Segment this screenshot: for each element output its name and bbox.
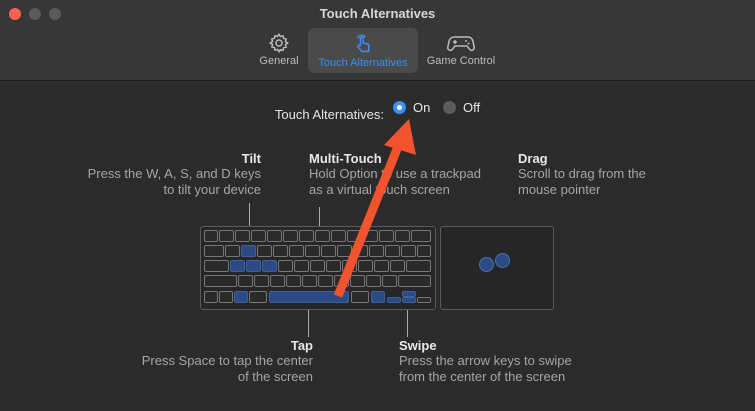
- hand-tap-icon: [357, 34, 370, 53]
- content: Touch Alternatives: On Off Tilt Press th…: [0, 81, 755, 411]
- gamepad-icon: [447, 36, 475, 52]
- tab-general-label: General: [259, 55, 299, 67]
- window: Touch Alternatives General Touch Alterna…: [0, 0, 755, 411]
- toolbar: Touch Alternatives General Touch Alterna…: [0, 0, 755, 81]
- annotation-arrow: [333, 119, 416, 298]
- tab-game-control-label: Game Control: [426, 55, 496, 67]
- tab-touch-alternatives[interactable]: Touch Alternatives: [308, 28, 418, 73]
- window-title: Touch Alternatives: [319, 6, 436, 21]
- tab-touch-alternatives-label: Touch Alternatives: [318, 57, 408, 69]
- gear-icon: [268, 32, 290, 53]
- tab-general[interactable]: General: [254, 28, 304, 73]
- tab-game-control[interactable]: Game Control: [421, 28, 501, 73]
